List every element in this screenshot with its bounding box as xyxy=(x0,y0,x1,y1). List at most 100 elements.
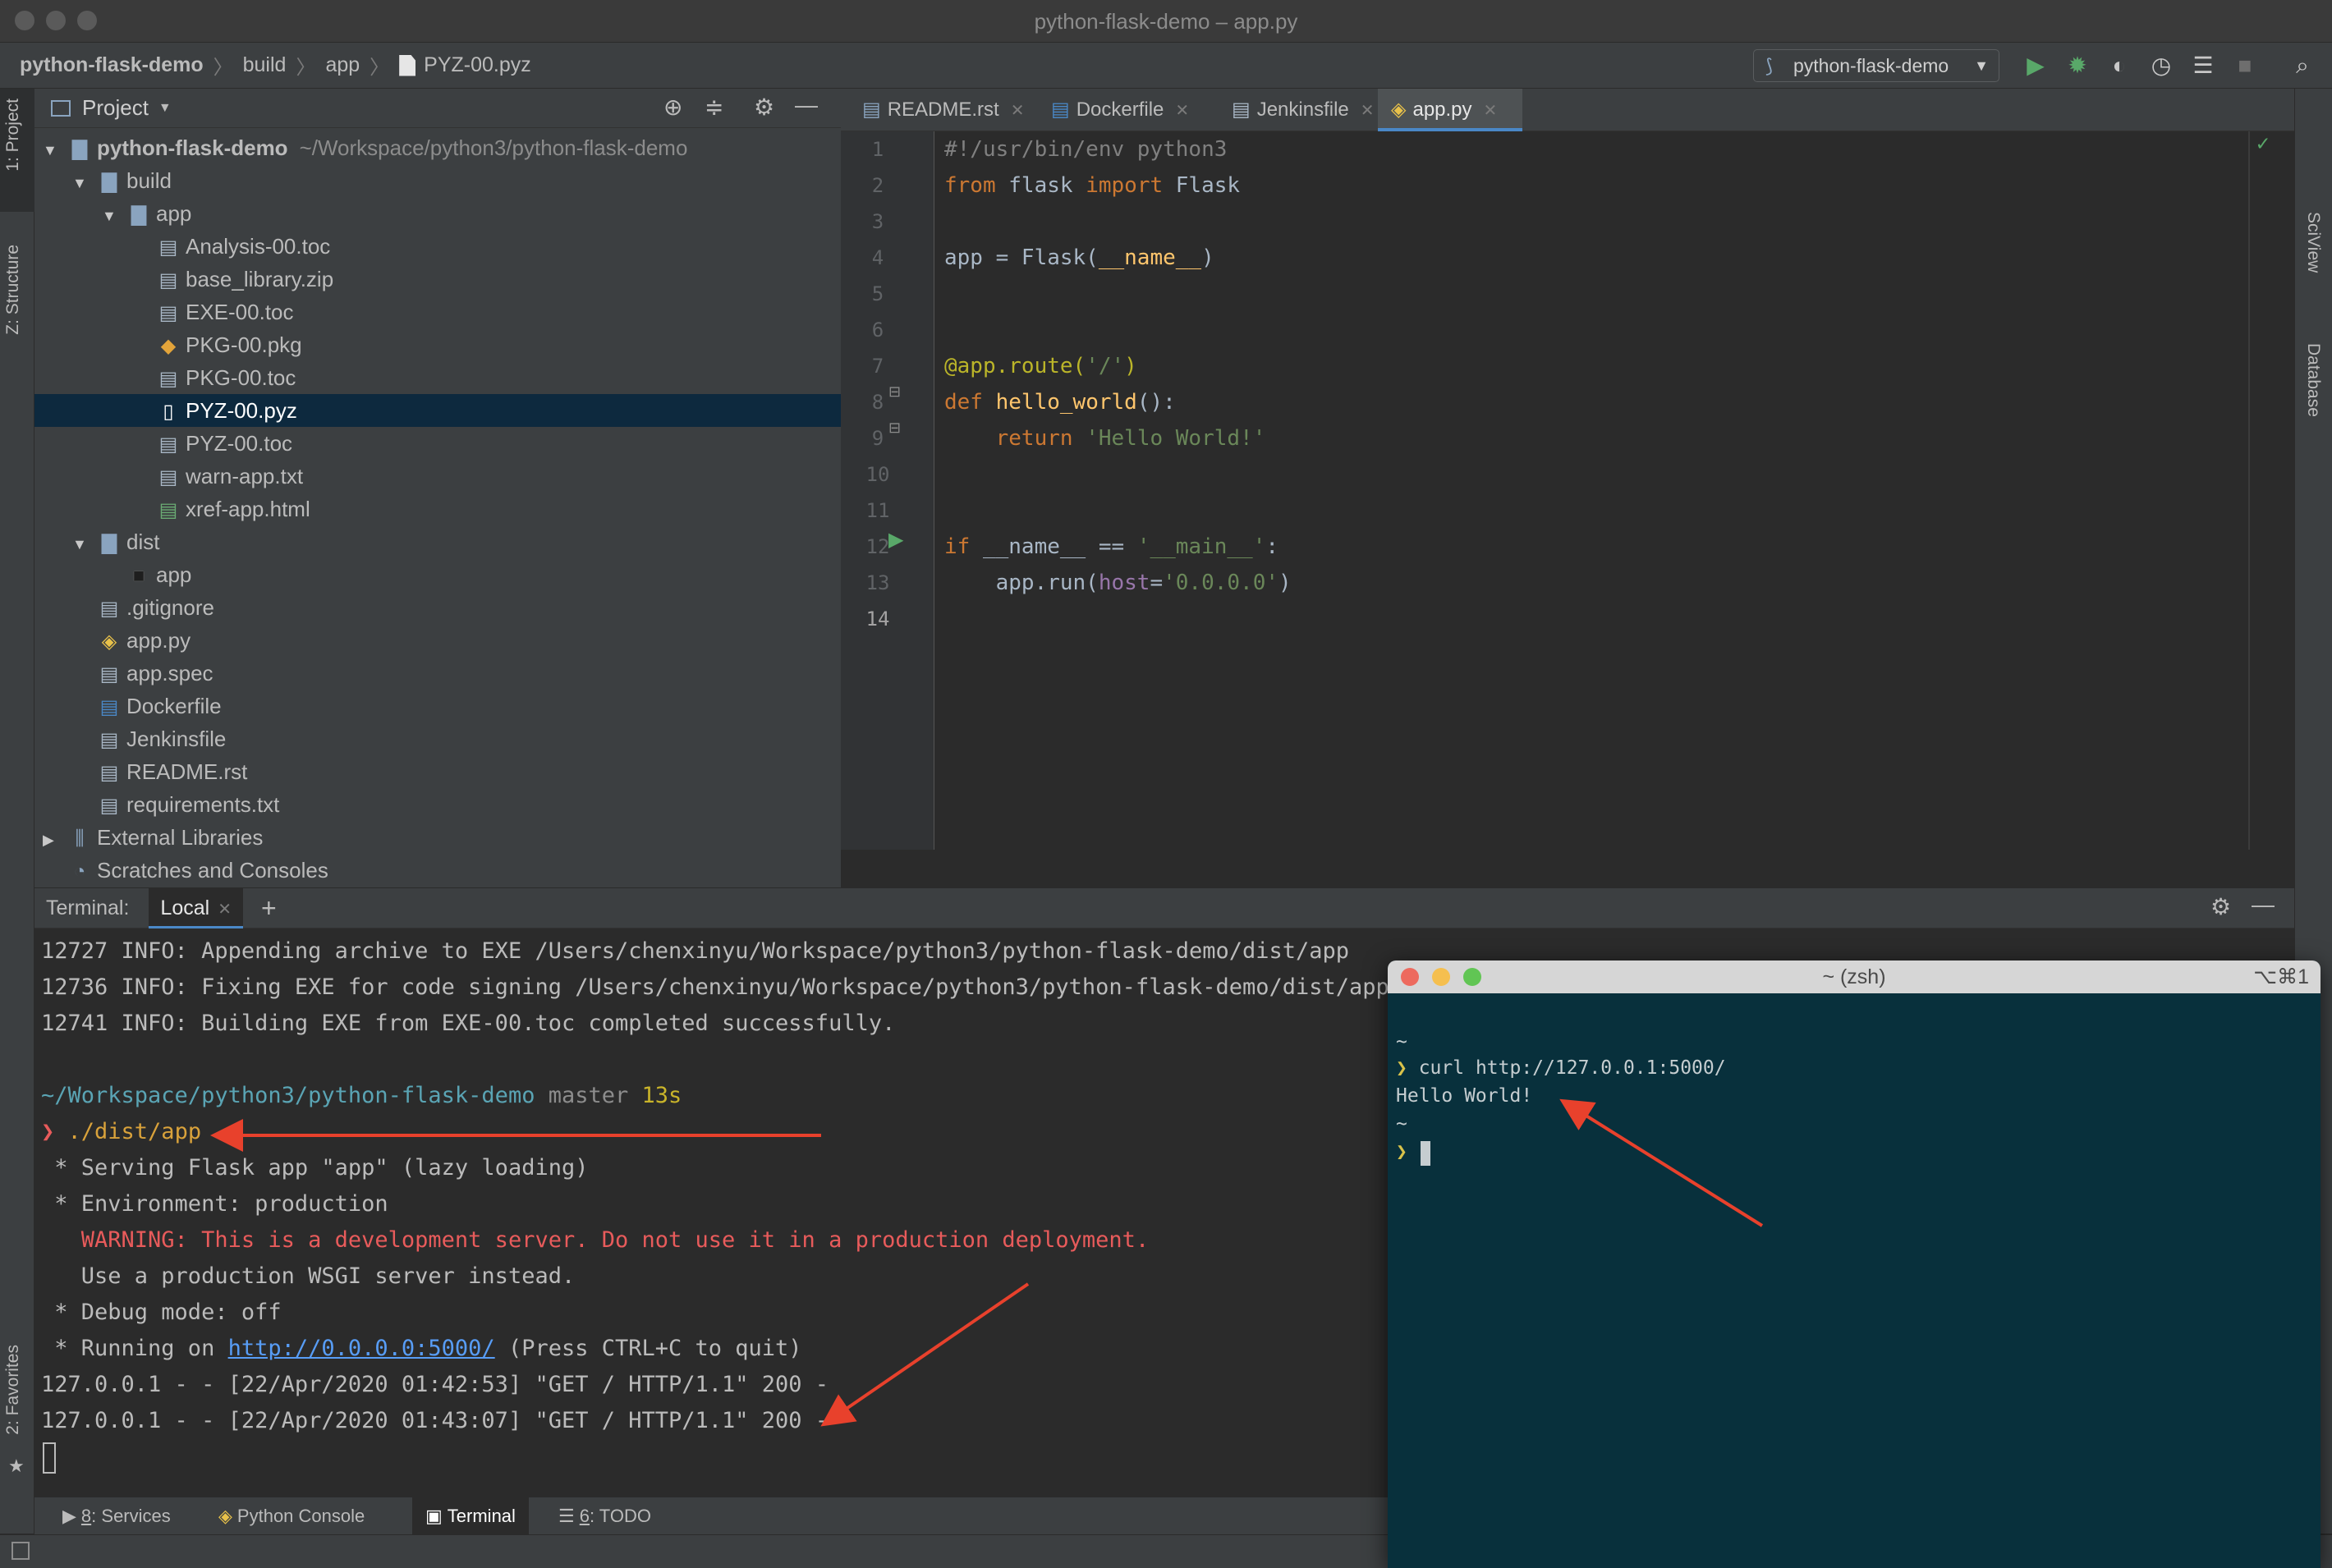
search-icon[interactable]: ⌕ xyxy=(2286,49,2319,82)
zsh-terminal-window[interactable]: ~ (zsh) ⌥⌘1 ~ ❯ curl http://127.0.0.1:50… xyxy=(1388,961,2321,1568)
code-editor[interactable]: #!/usr/bin/env python3 from flask import… xyxy=(934,131,2294,850)
tree-item[interactable]: ▤ README.rst xyxy=(34,755,841,788)
run-icon[interactable]: ▶ xyxy=(2019,49,2052,82)
tree-item[interactable]: ▤ app.spec xyxy=(34,657,841,690)
project-panel-title[interactable]: Project xyxy=(82,95,149,121)
close-tab-icon[interactable]: ✕ xyxy=(1175,102,1189,120)
breadcrumb-project[interactable]: python-flask-demo xyxy=(20,53,204,77)
tab-jenkinsfile[interactable]: ▤ Jenkinsfile ✕ xyxy=(1219,89,1399,131)
tree-item[interactable]: ▤ xref-app.html xyxy=(34,493,841,525)
gear-icon[interactable]: ⚙ xyxy=(754,94,774,121)
terminal-command-line: ❯ ./dist/app xyxy=(41,1119,202,1144)
tree-item[interactable]: ▼ ▇ app xyxy=(34,197,841,230)
tab-app-py[interactable]: ◈ app.py ✕ xyxy=(1378,89,1522,131)
run-gutter-icon[interactable]: ▶ xyxy=(888,528,903,552)
editor-gutter: 1 2 3 4 5 6 7 8 9 10 11 12 13 14 ⊟ ⊟ ▶ xyxy=(841,131,934,850)
close-tab-icon[interactable]: ✕ xyxy=(1484,102,1498,120)
breadcrumb-build[interactable]: build xyxy=(243,53,287,77)
tab-terminal-local[interactable]: Local ✕ xyxy=(149,887,243,928)
tree-item[interactable]: ▤ .gitignore xyxy=(34,591,841,624)
python-file-icon: ◈ xyxy=(1391,99,1407,121)
chevron-down-icon[interactable]: ▼ xyxy=(43,134,67,167)
terminal-icon: ▣ xyxy=(425,1506,443,1526)
executable-icon: ■ xyxy=(132,565,145,587)
line-number: 11 xyxy=(865,499,890,522)
tab-favorites[interactable]: 2: Favorites xyxy=(3,1345,23,1435)
line-number: 10 xyxy=(865,463,890,486)
tab-services[interactable]: ▶ 8: Services xyxy=(53,1497,181,1535)
chevron-down-icon[interactable]: ▼ xyxy=(72,528,97,561)
tab-readme[interactable]: ▤ README.rst ✕ xyxy=(849,89,1030,131)
debug-icon[interactable]: ✹ xyxy=(2061,49,2094,82)
close-tab-icon[interactable]: ✕ xyxy=(1011,102,1025,120)
server-url-link[interactable]: http://0.0.0.0:5000/ xyxy=(228,1336,495,1361)
chevron-down-icon[interactable]: ▼ xyxy=(72,167,97,199)
tree-item[interactable]: ▤ requirements.txt xyxy=(34,788,841,821)
tree-item[interactable]: ◆ PKG-00.pkg xyxy=(34,328,841,361)
coverage-icon[interactable]: ◐ xyxy=(2103,49,2136,82)
tree-item[interactable]: ▼ ▇ dist xyxy=(34,525,841,558)
file-icon: ▤ xyxy=(158,433,178,456)
tree-item[interactable]: ▤ PYZ-00.toc xyxy=(34,427,841,460)
run-configuration-label: python-flask-demo xyxy=(1793,55,1949,76)
tree-item[interactable]: ◔ Scratches and Consoles xyxy=(34,854,841,887)
minimize-window-button[interactable] xyxy=(1432,968,1450,986)
chevron-right-icon[interactable]: ▶ xyxy=(43,823,67,856)
tab-project[interactable]: 1: Project xyxy=(3,99,23,172)
profile-icon[interactable]: ◷ xyxy=(2145,49,2178,82)
tab-dockerfile[interactable]: ▤ Dockerfile ✕ xyxy=(1038,89,1210,131)
tree-item[interactable]: ▤ Analysis-00.toc xyxy=(34,230,841,263)
line-number: 6 xyxy=(871,319,884,342)
tree-item[interactable]: ▤ EXE-00.toc xyxy=(34,296,841,328)
tree-item[interactable]: ▼ ▇ build xyxy=(34,164,841,197)
hide-icon[interactable]: — xyxy=(2252,892,2275,918)
tree-item[interactable]: ▶ ⫼ External Libraries xyxy=(34,821,841,854)
zsh-command-line: ❯ curl http://127.0.0.1:5000/ xyxy=(1396,1057,1726,1079)
hide-icon[interactable]: — xyxy=(795,92,818,118)
terminal-cursor xyxy=(43,1442,56,1474)
tab-database[interactable]: Database xyxy=(2303,343,2323,417)
close-tab-icon[interactable]: ✕ xyxy=(1361,102,1375,120)
tree-item[interactable]: ■ app xyxy=(34,558,841,591)
file-icon: ▤ xyxy=(158,236,178,259)
locate-icon[interactable]: ⊕ xyxy=(663,94,682,121)
layout-icon[interactable] xyxy=(11,1542,30,1560)
python-file-icon: ◈ xyxy=(101,630,117,653)
chevron-right-icon: 〉 xyxy=(370,57,390,79)
chevron-down-icon[interactable]: ▼ xyxy=(102,199,126,232)
collapse-all-icon[interactable]: ≑ xyxy=(705,94,723,121)
breadcrumb-file[interactable]: PYZ-00.pyz xyxy=(424,53,531,77)
tree-item[interactable]: ◈ app.py xyxy=(34,624,841,657)
breadcrumb-app[interactable]: app xyxy=(325,53,360,77)
stop-icon[interactable]: ■ xyxy=(2229,49,2261,82)
terminal-line: * Debug mode: off xyxy=(41,1300,282,1325)
run-configuration-select[interactable]: ⟆ python-flask-demo ▼ xyxy=(1753,49,1999,82)
tab-structure[interactable]: Z: Structure xyxy=(3,245,23,335)
tab-todo[interactable]: ☰ 6: TODO xyxy=(549,1497,661,1535)
fold-icon[interactable]: ⊟ xyxy=(888,420,901,437)
zsh-line: ~ xyxy=(1396,1113,1407,1135)
package-icon: ◆ xyxy=(160,335,177,357)
close-tab-icon[interactable]: ✕ xyxy=(218,901,232,919)
tab-python-console[interactable]: ◈ Python Console xyxy=(209,1497,374,1535)
chevron-down-icon[interactable]: ▼ xyxy=(158,101,172,116)
tree-item[interactable]: ▤ warn-app.txt xyxy=(34,460,841,493)
tree-item[interactable]: ▤ Dockerfile xyxy=(34,690,841,722)
zoom-window-button[interactable] xyxy=(1463,968,1481,986)
tree-item-selected[interactable]: ▯ PYZ-00.pyz xyxy=(34,394,841,427)
tree-item[interactable]: ▤ PKG-00.toc xyxy=(34,361,841,394)
run-list-icon[interactable]: ☰ xyxy=(2187,49,2220,82)
right-margin-guide xyxy=(2248,131,2250,850)
tab-sciview[interactable]: SciView xyxy=(2303,212,2323,273)
add-terminal-button[interactable]: + xyxy=(261,893,277,924)
close-window-button[interactable] xyxy=(1401,968,1419,986)
tab-terminal[interactable]: ▣ Terminal xyxy=(412,1497,529,1535)
tree-item[interactable]: ▼ ▇ python-flask-demo ~/Workspace/python3/p… xyxy=(34,131,841,164)
tree-item[interactable]: ▤ Jenkinsfile xyxy=(34,722,841,755)
fold-icon[interactable]: ⊟ xyxy=(888,383,901,401)
list-icon: ☰ xyxy=(558,1506,575,1526)
line-number: 13 xyxy=(865,571,890,594)
tree-item[interactable]: ▤ base_library.zip xyxy=(34,263,841,296)
gear-icon[interactable]: ⚙ xyxy=(2210,893,2231,920)
zsh-cursor xyxy=(1421,1141,1430,1166)
